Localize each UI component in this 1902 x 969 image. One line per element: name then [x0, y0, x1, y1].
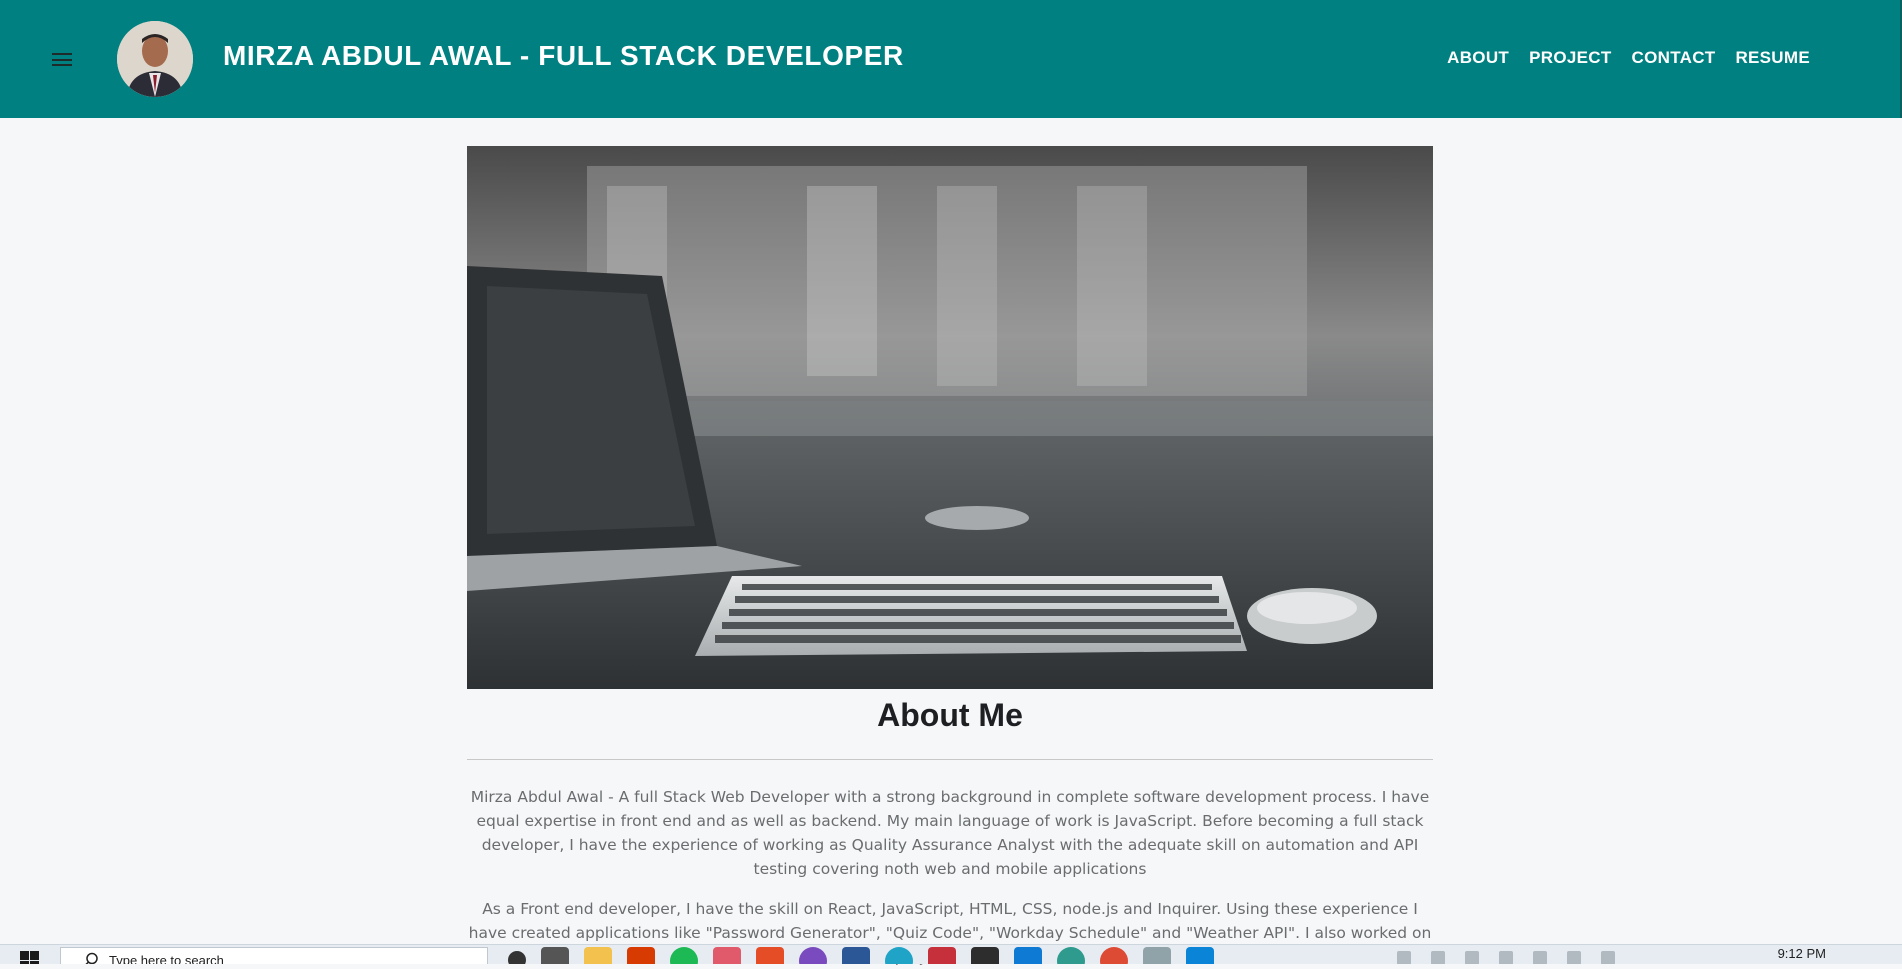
windows-taskbar: Type here to search 9:12 PM — [0, 944, 1902, 964]
hamburger-menu-icon[interactable] — [52, 53, 72, 66]
hero-image — [467, 146, 1433, 689]
terminal-icon[interactable] — [971, 947, 999, 964]
tray-icon[interactable] — [1499, 951, 1513, 964]
pen-icon[interactable] — [1601, 951, 1615, 964]
task-view-icon[interactable] — [541, 947, 569, 964]
app-icon[interactable] — [842, 947, 870, 964]
about-paragraph: Mirza Abdul Awal - A full Stack Web Deve… — [470, 788, 1430, 878]
search-icon — [85, 952, 98, 964]
tray-icon[interactable] — [1431, 951, 1445, 964]
tray-icon[interactable] — [1465, 951, 1479, 964]
divider — [467, 759, 1433, 760]
site-title: MIRZA ABDUL AWAL - FULL STACK DEVELOPER — [223, 40, 904, 71]
app-icon[interactable] — [713, 947, 741, 964]
main-nav: ABOUT PROJECT CONTACT RESUME — [1447, 48, 1810, 68]
chrome-icon[interactable] — [1100, 947, 1128, 964]
windows-start-icon[interactable] — [20, 951, 40, 964]
about-title: About Me — [877, 697, 1023, 733]
avatar — [117, 21, 193, 97]
desk-keyboard-mouse-laptop-photo — [467, 146, 1433, 689]
html-icon[interactable] — [756, 947, 784, 964]
vscode-icon[interactable] — [1014, 947, 1042, 964]
spotify-icon[interactable] — [670, 947, 698, 964]
tray-icon[interactable] — [1397, 951, 1411, 964]
app-icon[interactable] — [1057, 947, 1085, 964]
taskbar-app-icons — [508, 947, 1214, 964]
taskbar-clock[interactable]: 9:12 PM — [1778, 946, 1826, 961]
volume-icon[interactable] — [1533, 951, 1547, 964]
nav-resume-link[interactable]: RESUME — [1735, 48, 1810, 68]
office-icon[interactable] — [627, 947, 655, 964]
file-explorer-icon[interactable] — [584, 947, 612, 964]
search-placeholder: Type here to search — [109, 953, 224, 964]
cortana-icon[interactable] — [508, 951, 526, 964]
mail-icon[interactable] — [928, 947, 956, 964]
app-icon[interactable] — [799, 947, 827, 964]
site-header: MIRZA ABDUL AWAL - FULL STACK DEVELOPER … — [0, 0, 1902, 118]
info-icon[interactable] — [1186, 947, 1214, 964]
profile-photo — [117, 21, 193, 97]
edge-icon[interactable] — [885, 947, 913, 964]
nav-project-link[interactable]: PROJECT — [1529, 48, 1611, 68]
taskbar-search-input[interactable]: Type here to search — [60, 947, 488, 964]
nav-about-link[interactable]: ABOUT — [1447, 48, 1509, 68]
app-icon[interactable] — [1143, 947, 1171, 964]
system-tray — [1397, 951, 1615, 964]
nav-contact-link[interactable]: CONTACT — [1632, 48, 1716, 68]
network-icon[interactable] — [1567, 951, 1581, 964]
